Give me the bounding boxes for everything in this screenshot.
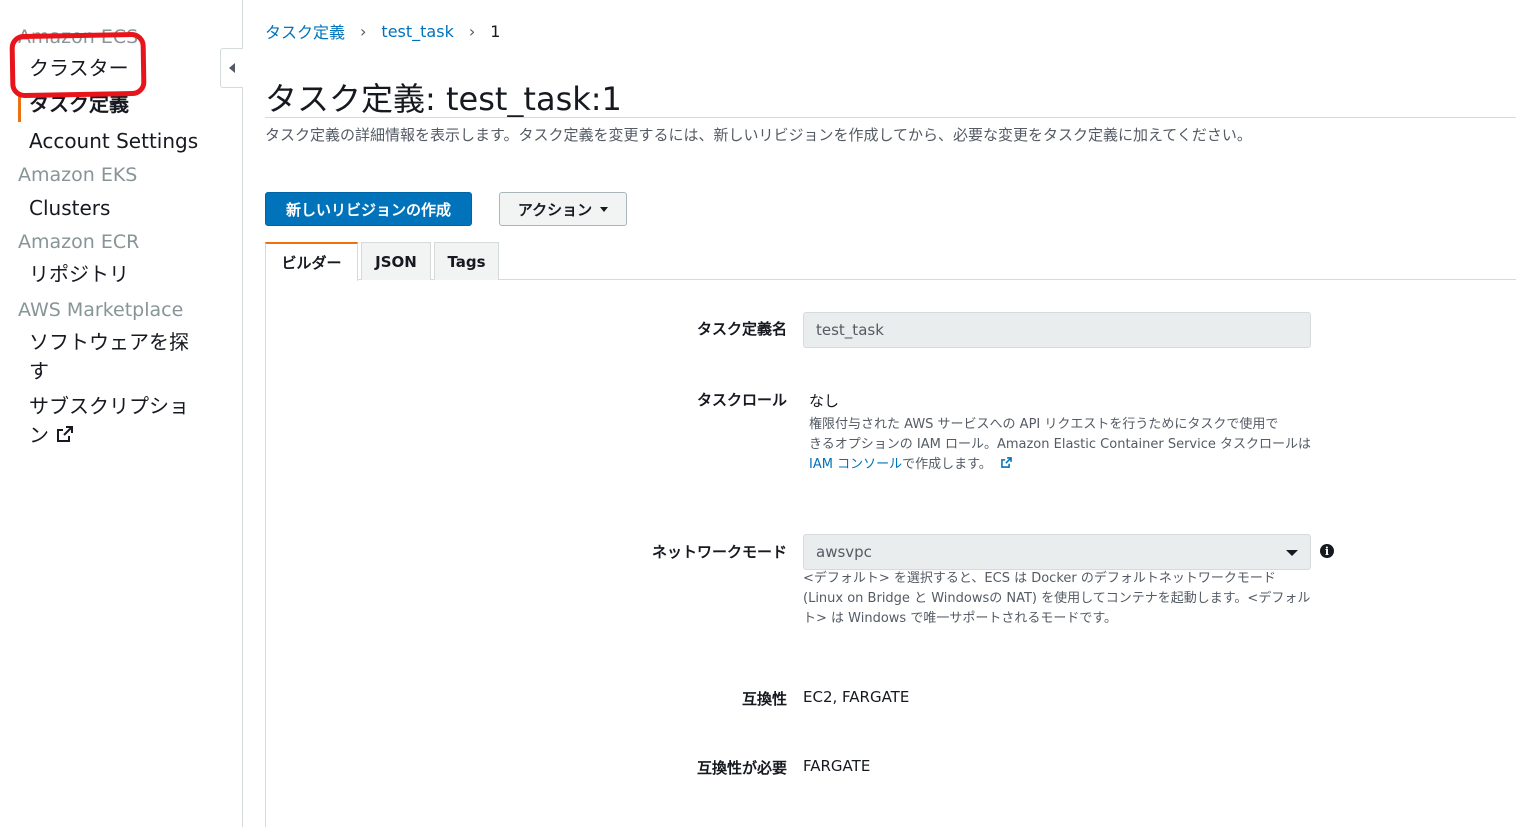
network-mode-help: <デフォルト> を選択すると、ECS は Docker のデフォルトネットワーク… [803,569,1318,629]
task-def-name-label: タスク定義名 [696,320,787,338]
sidebar-section-eks[interactable]: Amazon EKS [18,164,137,186]
sidebar-item-repositories[interactable]: リポジトリ [29,260,129,289]
sidebar-section-ecr[interactable]: Amazon ECR [18,231,139,253]
sidebar-item-label: サブスクリプショ [29,394,189,418]
divider [265,117,1516,118]
task-role-value: なし [809,392,840,410]
help-text: <デフォルト> を選択すると、ECS は Docker のデフォルトネットワーク… [803,571,1276,586]
help-text: で作成します。 [902,457,992,472]
breadcrumb-task[interactable]: test_task [381,22,453,41]
sidebar-item-clusters[interactable]: クラスター [29,54,129,83]
requires-compatibility-value: FARGATE [803,757,871,775]
tab-json[interactable]: JSON [361,242,431,280]
chevron-right-icon: › [360,21,367,41]
task-role-help: 権限付与された AWS サービスへの API リクエストを行うためにタスクで使用… [809,415,1319,475]
external-link-icon [57,426,73,442]
sidebar: Amazon ECS クラスター タスク定義 Account Settings … [0,0,243,827]
caret-left-icon [229,63,235,73]
sidebar-item-eks-clusters[interactable]: Clusters [29,194,110,223]
external-link-icon[interactable] [1000,456,1013,469]
sidebar-item-label: ン [29,423,49,447]
task-def-name-field[interactable]: test_task [803,312,1311,348]
page-description: タスク定義の詳細情報を表示します。タスク定義を変更するには、新しいリビジョンを作… [265,126,1252,144]
iam-console-link[interactable]: IAM コンソール [809,457,902,472]
actions-dropdown-button[interactable]: アクション [499,192,627,226]
breadcrumb-task-definitions[interactable]: タスク定義 [265,19,345,43]
sidebar-item-label: す [29,359,49,383]
help-text: 権限付与された AWS サービスへの API リクエストを行うためにタスクで使用… [809,417,1279,432]
sidebar-section-marketplace[interactable]: AWS Marketplace [18,299,183,321]
compatibility-value: EC2, FARGATE [803,688,910,706]
network-mode-select[interactable]: awsvpc [803,534,1311,570]
sidebar-item-task-definitions[interactable]: タスク定義 [29,90,129,119]
help-text: (Linux on Bridge と Windowsの NAT) を使用してコン… [803,591,1311,606]
chevron-right-icon: › [468,21,476,41]
network-mode-label: ネットワークモード [651,543,787,561]
actions-label: アクション [517,200,593,219]
help-text: ト> は Windows で唯一サポートされるモードです。 [803,611,1118,626]
network-mode-value: awsvpc [816,543,872,561]
page-title: タスク定義: test_task:1 [265,80,622,118]
info-icon[interactable]: i [1320,544,1334,558]
tab-builder[interactable]: ビルダー [265,242,358,281]
collapse-sidebar-button[interactable] [220,48,243,88]
dropdown-arrow-icon [1286,550,1298,556]
breadcrumb-revision: 1 [490,21,501,41]
sidebar-item-discover-software[interactable]: ソフトウェアを探 す [29,328,189,386]
sidebar-section-ecs[interactable]: Amazon ECS [18,26,138,48]
tab-tags[interactable]: Tags [434,242,499,280]
requires-compatibility-label: 互換性が必要 [696,759,787,777]
breadcrumb: タスク定義 › test_task › 1 [265,19,500,43]
help-text: きるオプションの IAM ロール。Amazon Elastic Containe… [809,437,1312,452]
caret-down-icon [600,206,609,212]
active-indicator [18,92,21,122]
sidebar-item-account-settings[interactable]: Account Settings [29,127,198,156]
create-revision-button[interactable]: 新しいリビジョンの作成 [265,192,472,226]
tab-bar: ビルダー JSON Tags [265,242,1516,281]
compatibility-label: 互換性 [741,690,787,708]
sidebar-item-subscriptions[interactable]: サブスクリプショ ン [29,392,189,450]
task-role-label: タスクロール [696,391,787,409]
sidebar-item-label: ソフトウェアを探 [29,330,189,354]
